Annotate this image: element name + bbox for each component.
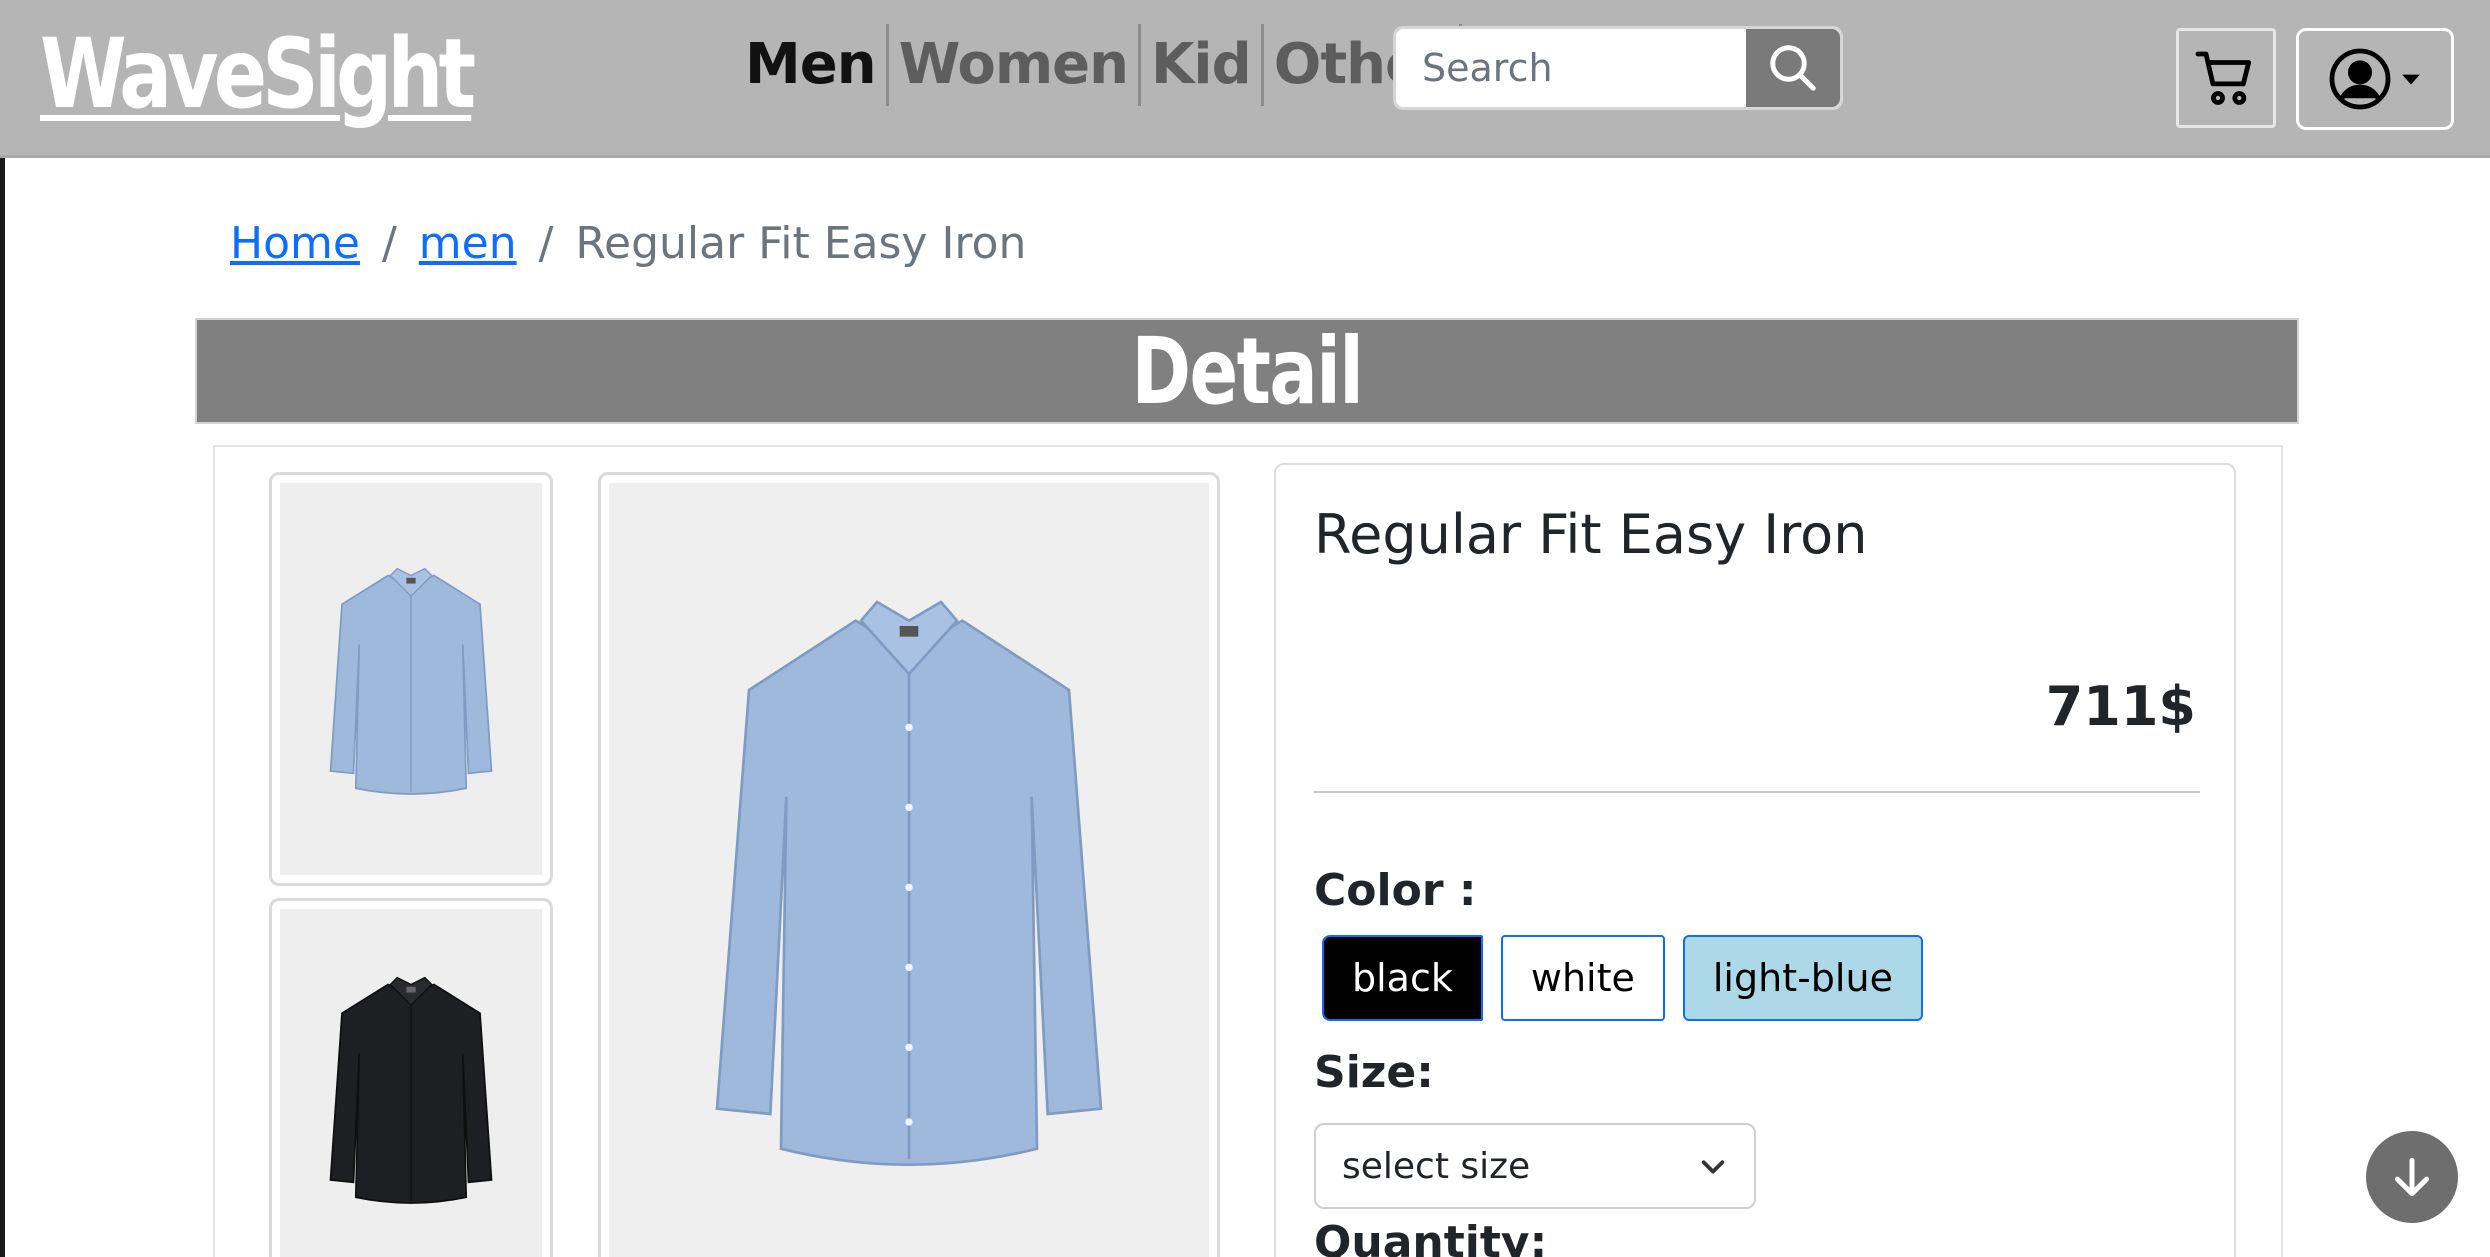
color-option-white[interactable]: white: [1500, 935, 1665, 1021]
detail-heading-banner: Detail: [195, 317, 2299, 425]
color-option-black[interactable]: black: [1322, 935, 1483, 1021]
quantity-label: Quantity:: [1314, 1217, 1548, 1257]
shirt-image: [329, 567, 493, 795]
product-photo: [609, 483, 1209, 1257]
thumbnail-image: [280, 909, 542, 1257]
size-label: Size:: [1314, 1047, 1434, 1098]
shirt-image: [715, 600, 1103, 1166]
brand-logo[interactable]: WaveSight: [40, 18, 476, 130]
thumbnail-black[interactable]: [269, 898, 553, 1257]
cart-icon: [2195, 51, 2252, 105]
divider: [1314, 791, 2200, 793]
search-box: [1393, 26, 1843, 110]
color-label: Color :: [1314, 865, 1477, 916]
scroll-down-button[interactable]: [2366, 1131, 2458, 1223]
chevron-down-icon: [1701, 1160, 1725, 1174]
caret-down-icon: [2402, 74, 2420, 85]
breadcrumb-current: Regular Fit Easy Iron: [575, 218, 1027, 269]
product-info-card: Regular Fit Easy Iron 711$ Color : black…: [1274, 463, 2236, 1257]
thumbnail-light-blue[interactable]: [269, 472, 553, 886]
search-icon: [1770, 45, 1816, 91]
size-select[interactable]: select size: [1314, 1123, 1756, 1209]
category-nav: Men Women Kid Other: [735, 24, 1462, 106]
main-product-image: [598, 472, 1220, 1257]
left-window-edge: [0, 0, 5, 1257]
breadcrumb-home-link[interactable]: Home: [230, 218, 360, 269]
breadcrumb-separator: /: [381, 218, 397, 269]
user-circle-icon: [2329, 48, 2391, 110]
size-select-value: select size: [1342, 1145, 1531, 1187]
arrow-down-icon: [2394, 1157, 2430, 1197]
detail-heading: Detail: [1131, 317, 1364, 425]
search-input[interactable]: [1396, 29, 1746, 107]
search-button[interactable]: [1746, 29, 1840, 107]
color-option-light-blue[interactable]: light-blue: [1682, 935, 1923, 1021]
nav-item-women[interactable]: Women: [889, 24, 1142, 106]
color-options: black white light-blue: [1322, 935, 1923, 1021]
breadcrumb: Home / men / Regular Fit Easy Iron: [230, 218, 1026, 269]
nav-item-kid[interactable]: Kid: [1141, 24, 1264, 106]
product-price: 711$: [2045, 675, 2196, 738]
breadcrumb-category-link[interactable]: men: [419, 218, 517, 269]
top-navbar: WaveSight Men Women Kid Other: [0, 0, 2490, 158]
user-menu-button[interactable]: [2296, 28, 2454, 130]
nav-item-men[interactable]: Men: [735, 24, 889, 106]
shirt-image: [329, 976, 493, 1204]
product-title: Regular Fit Easy Iron: [1314, 503, 1868, 566]
cart-button[interactable]: [2176, 28, 2276, 128]
thumbnail-image: [280, 483, 542, 875]
breadcrumb-separator: /: [538, 218, 554, 269]
